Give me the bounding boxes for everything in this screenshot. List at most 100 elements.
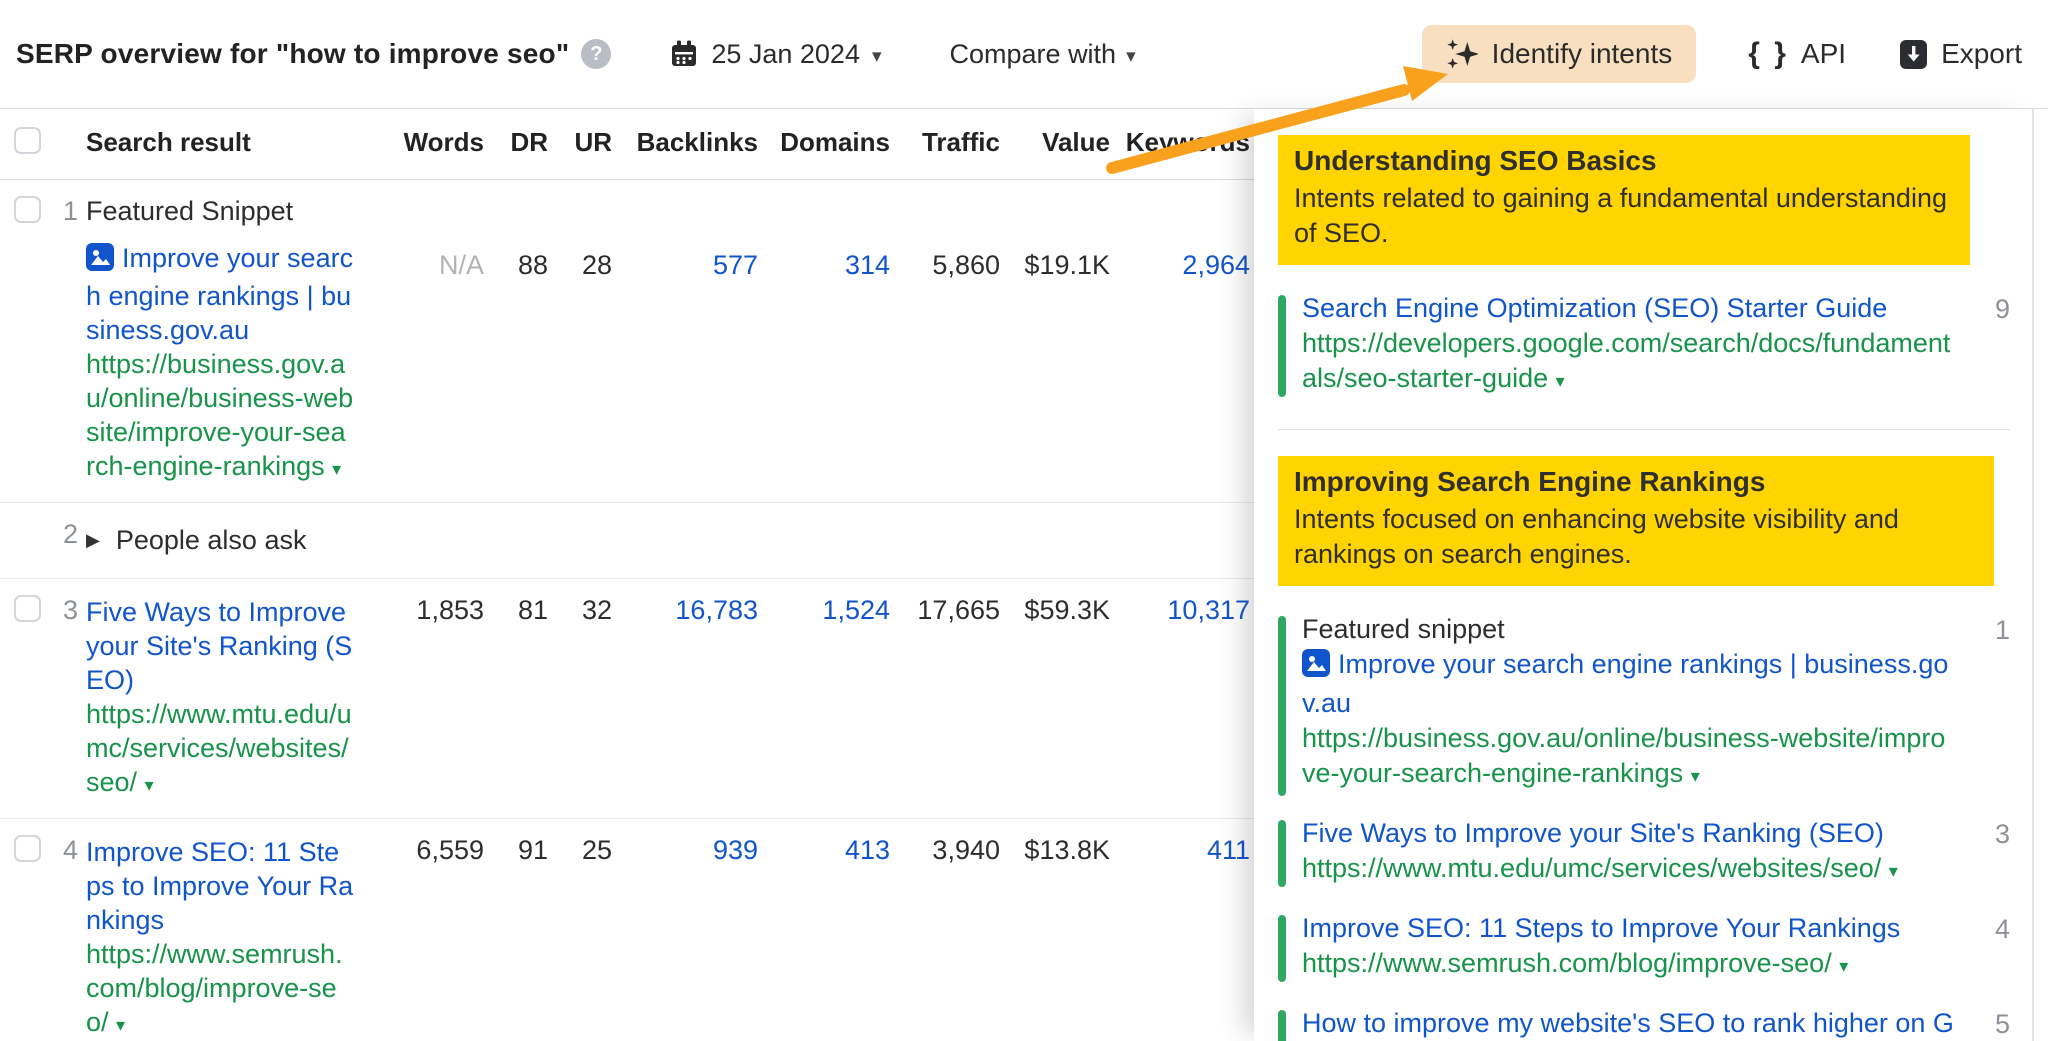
row-checkbox[interactable] bbox=[14, 196, 41, 223]
result-url-link[interactable]: https://business.gov.au/online/business-… bbox=[86, 347, 354, 486]
keywords-link[interactable]: 411 bbox=[1118, 819, 1258, 1041]
col-value[interactable]: Value bbox=[1008, 109, 1118, 179]
dr-value: 88 bbox=[492, 180, 556, 502]
download-icon bbox=[1898, 39, 1929, 70]
result-title-link[interactable]: Improve SEO: 11 Steps to Improve Your Ra… bbox=[1302, 911, 1958, 946]
value-value: $59.3K bbox=[1008, 579, 1118, 818]
page-title: SERP overview for "how to improve seo" bbox=[16, 38, 569, 70]
table-row: 1 Featured Snippet Improve your search e… bbox=[0, 180, 1266, 503]
result-url-link[interactable]: https://www.mtu.edu/umc/services/website… bbox=[86, 697, 354, 802]
keywords-link[interactable]: 2,964 bbox=[1118, 180, 1258, 502]
table-row: 3 Five Ways to Improve your Site's Ranki… bbox=[0, 579, 1266, 819]
panel-scrollbar-track[interactable] bbox=[2032, 109, 2034, 1041]
chevron-down-icon[interactable]: ▾ bbox=[116, 1015, 125, 1035]
intent-result-item: 5 How to improve my website's SEO to ran… bbox=[1278, 1006, 2010, 1041]
chevron-down-icon: ▾ bbox=[872, 43, 882, 66]
col-search-result[interactable]: Search result bbox=[86, 109, 386, 179]
result-title-link[interactable]: Improve your search engine rankings | bu… bbox=[86, 241, 354, 347]
row-position: 1 bbox=[50, 180, 86, 502]
traffic-value: 17,665 bbox=[898, 579, 1008, 818]
result-type: Featured snippet bbox=[1302, 612, 1958, 647]
col-dr[interactable]: DR bbox=[492, 109, 556, 179]
table-header-row: Search result Words DR UR Backlinks Doma… bbox=[0, 109, 1266, 180]
result-title-link[interactable]: Improve your search engine rankings | bu… bbox=[1302, 647, 1958, 721]
result-title-link[interactable]: Five Ways to Improve your Site's Ranking… bbox=[86, 595, 354, 697]
serp-rank: 1 bbox=[1995, 615, 2010, 646]
intent-result-item: 1 Featured snippet Improve your search e… bbox=[1278, 612, 2010, 794]
intent-group-description: Intents focused on enhancing website vis… bbox=[1294, 502, 1978, 572]
col-keywords[interactable]: Keywords bbox=[1118, 109, 1258, 179]
compare-with-label: Compare with bbox=[950, 39, 1117, 70]
compare-with-dropdown[interactable]: Compare with ▾ bbox=[950, 39, 1136, 70]
dr-value: 91 bbox=[492, 819, 556, 1041]
chevron-down-icon[interactable]: ▾ bbox=[1839, 956, 1848, 976]
result-title-link[interactable]: How to improve my website's SEO to rank … bbox=[1302, 1006, 1958, 1041]
keywords-link[interactable]: 10,317 bbox=[1118, 579, 1258, 818]
col-traffic[interactable]: Traffic bbox=[898, 109, 1008, 179]
serp-rank: 9 bbox=[1995, 294, 2010, 325]
row-checkbox[interactable] bbox=[14, 835, 41, 862]
select-all-checkbox[interactable] bbox=[14, 127, 41, 154]
domains-link[interactable]: 1,524 bbox=[766, 579, 898, 818]
row-checkbox[interactable] bbox=[14, 595, 41, 622]
result-title-link[interactable]: Five Ways to Improve your Site's Ranking… bbox=[1302, 816, 1958, 851]
row-position: 3 bbox=[50, 579, 86, 818]
api-label: API bbox=[1801, 38, 1846, 70]
result-type: Featured Snippet bbox=[86, 196, 378, 227]
date-picker[interactable]: 25 Jan 2024 ▾ bbox=[669, 39, 881, 70]
result-url-link[interactable]: https://www.mtu.edu/umc/services/website… bbox=[1302, 851, 1958, 889]
table-row: 4 Improve SEO: 11 Steps to Improve Your … bbox=[0, 819, 1266, 1041]
result-url-link[interactable]: https://www.semrush.com/blog/improve-seo… bbox=[86, 937, 354, 1041]
domains-link[interactable]: 314 bbox=[766, 180, 898, 502]
people-also-ask-expander[interactable]: ▶ People also ask bbox=[86, 519, 378, 562]
serp-overview-page: SERP overview for "how to improve seo" ?… bbox=[0, 0, 2048, 1041]
chevron-down-icon[interactable]: ▾ bbox=[145, 775, 154, 795]
domains-link[interactable]: 413 bbox=[766, 819, 898, 1041]
export-label: Export bbox=[1941, 38, 2022, 70]
date-label: 25 Jan 2024 bbox=[711, 39, 860, 70]
intent-group-title: Understanding SEO Basics bbox=[1294, 145, 1954, 177]
col-domains[interactable]: Domains bbox=[766, 109, 898, 179]
col-words[interactable]: Words bbox=[386, 109, 492, 179]
sparkles-icon bbox=[1446, 38, 1478, 70]
row-position: 4 bbox=[50, 819, 86, 1041]
value-value: $13.8K bbox=[1008, 819, 1118, 1041]
intent-result-item: 4 Improve SEO: 11 Steps to Improve Your … bbox=[1278, 911, 2010, 984]
words-value: 1,853 bbox=[386, 579, 492, 818]
value-value: $19.1K bbox=[1008, 180, 1118, 502]
chevron-down-icon[interactable]: ▾ bbox=[1556, 371, 1565, 391]
backlinks-link[interactable]: 16,783 bbox=[620, 579, 766, 818]
serp-table: Search result Words DR UR Backlinks Doma… bbox=[0, 109, 1266, 1041]
help-icon[interactable]: ? bbox=[581, 39, 611, 69]
ur-value: 25 bbox=[556, 819, 620, 1041]
featured-snippet-icon bbox=[1302, 649, 1330, 686]
identify-intents-panel: Understanding SEO Basics Intents related… bbox=[1254, 109, 2040, 1041]
result-title-link[interactable]: Search Engine Optimization (SEO) Starter… bbox=[1302, 291, 1958, 326]
intent-group-description: Intents related to gaining a fundamental… bbox=[1294, 181, 1954, 251]
result-url-link[interactable]: https://developers.google.com/search/doc… bbox=[1302, 326, 1958, 399]
toolbar: SERP overview for "how to improve seo" ?… bbox=[0, 0, 2048, 108]
backlinks-link[interactable]: 577 bbox=[620, 180, 766, 502]
backlinks-link[interactable]: 939 bbox=[620, 819, 766, 1041]
intent-group-highlight: Improving Search Engine Rankings Intents… bbox=[1278, 456, 1994, 586]
serp-rank: 3 bbox=[1995, 819, 2010, 850]
result-type: People also ask bbox=[116, 525, 307, 556]
result-url-link[interactable]: https://business.gov.au/online/business-… bbox=[1302, 721, 1958, 794]
identify-intents-label: Identify intents bbox=[1492, 38, 1673, 70]
chevron-down-icon[interactable]: ▾ bbox=[332, 459, 341, 479]
col-ur[interactable]: UR bbox=[556, 109, 620, 179]
api-button[interactable]: { } API bbox=[1748, 37, 1846, 71]
identify-intents-button[interactable]: Identify intents bbox=[1422, 25, 1697, 83]
col-backlinks[interactable]: Backlinks bbox=[620, 109, 766, 179]
intent-group-highlight: Understanding SEO Basics Intents related… bbox=[1278, 135, 1970, 265]
result-url-link[interactable]: https://www.semrush.com/blog/improve-seo… bbox=[1302, 946, 1958, 984]
traffic-value: 3,940 bbox=[898, 819, 1008, 1041]
words-value: N/A bbox=[386, 180, 492, 502]
ur-value: 32 bbox=[556, 579, 620, 818]
chevron-down-icon[interactable]: ▾ bbox=[1691, 766, 1700, 786]
export-button[interactable]: Export bbox=[1898, 38, 2022, 70]
result-title-link[interactable]: Improve SEO: 11 Steps to Improve Your Ra… bbox=[86, 835, 354, 937]
chevron-down-icon[interactable]: ▾ bbox=[1889, 861, 1898, 881]
ur-value: 28 bbox=[556, 180, 620, 502]
serp-rank: 4 bbox=[1995, 914, 2010, 945]
